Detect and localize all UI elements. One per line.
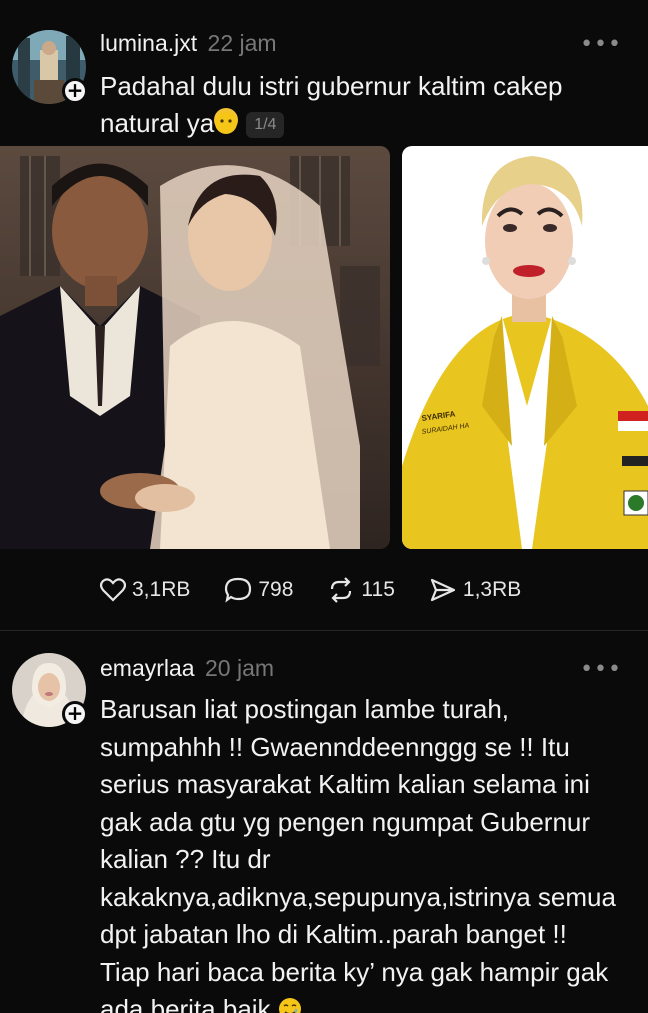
share-icon: [430, 578, 456, 602]
smiling-tear-emoji-icon: [278, 994, 302, 1013]
follow-plus-icon[interactable]: +: [62, 701, 88, 727]
post-image-portrait[interactable]: SYARIFA SURAIDAH HA: [402, 146, 648, 549]
more-icon[interactable]: •••: [580, 32, 622, 57]
post-text-line: Padahal dulu istri gubernur kaltim cakep: [100, 71, 563, 101]
repost-count: 115: [361, 578, 395, 601]
post-text-line: sumpahhh !! Gwaennddeennggg se !! Itu: [100, 731, 570, 762]
post-text-line: Barusan liat postingan lambe turah,: [100, 694, 510, 724]
post-text-line: dpt jabatan lho di Kaltim..parah banget …: [100, 919, 567, 949]
username[interactable]: lumina.jxt: [100, 30, 197, 56]
post-text: Barusan liat postingan lambe turah, sump…: [100, 691, 616, 1013]
post-text-line: Tiap hari baca berita ky’ nya gak hampir…: [100, 956, 609, 987]
follow-plus-icon[interactable]: +: [62, 78, 88, 104]
thread-post: + lumina.jxt 22 jam ••• Padahal dulu ist…: [0, 0, 648, 630]
comment-button[interactable]: 798: [224, 577, 293, 603]
post-actions: 3,1RB 798 115 1,3RB: [100, 574, 555, 606]
post-text-line: kalian ?? Itu dr: [100, 844, 271, 874]
post-image-wedding[interactable]: [0, 146, 390, 549]
share-button[interactable]: 1,3RB: [429, 578, 521, 602]
post-text-line: gak ada gtu yg pengen ngumpat Gubernur: [100, 806, 591, 837]
repost-icon: [331, 577, 352, 603]
post-header: emayrlaa 20 jam: [100, 655, 274, 682]
post-text: Padahal dulu istri gubernur kaltim cakep…: [100, 68, 562, 142]
post-text-line: kakaknya,adiknya,sepupunya,istrinya semu…: [100, 881, 616, 912]
post-header: lumina.jxt 22 jam: [100, 30, 277, 57]
like-count: 3,1RB: [132, 578, 191, 601]
more-icon[interactable]: •••: [580, 657, 622, 682]
post-text-line: natural ya 1/4: [100, 105, 562, 142]
avatar[interactable]: +: [12, 30, 88, 104]
post-text-line: ada berita baik: [100, 991, 616, 1013]
face-emoji-icon: [214, 108, 239, 134]
heart-icon: [100, 578, 126, 602]
like-button[interactable]: 3,1RB: [100, 578, 190, 602]
share-count: 1,3RB: [462, 578, 522, 601]
thread-post: + emayrlaa 20 jam ••• Barusan liat posti…: [0, 630, 648, 1013]
repost-button[interactable]: 115: [327, 577, 395, 603]
timestamp: 22 jam: [207, 30, 277, 56]
post-text-line: serius masyarakat Kaltim kalian selama i…: [100, 769, 590, 799]
username[interactable]: emayrlaa: [100, 655, 195, 681]
comment-icon: [225, 577, 252, 603]
timestamp: 20 jam: [205, 655, 275, 681]
comment-count: 798: [258, 578, 294, 601]
post-text-fragment: natural ya: [100, 108, 215, 138]
post-text-fragment: ada berita baik: [100, 994, 271, 1013]
image-counter: 1/4: [246, 112, 285, 138]
avatar[interactable]: +: [12, 653, 88, 727]
